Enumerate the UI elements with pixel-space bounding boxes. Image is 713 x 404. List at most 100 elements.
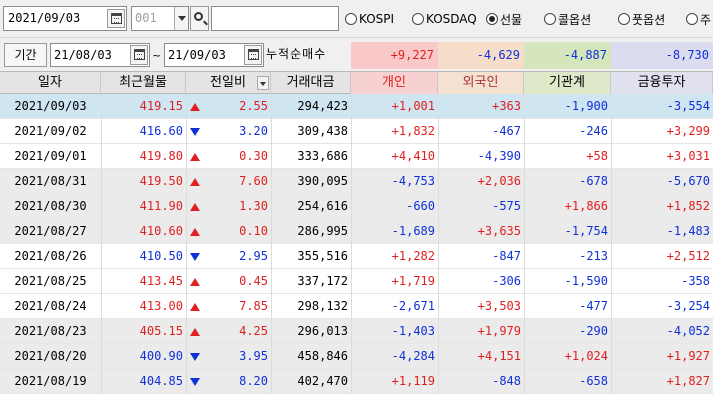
period-end-calendar-button[interactable] (244, 45, 262, 65)
table-row[interactable]: 2021/08/27 410.60 0.10 286,995 -1,689 +3,635-… (0, 219, 713, 244)
toolbar: 2021/09/03 001 KOSPI KOSDAQ 선물 콜옵션 풋옵션 주 (0, 0, 713, 38)
cell-finance: -3,554 (666, 99, 710, 113)
cell-individual: +1,001 (391, 99, 435, 113)
table-row[interactable]: 2021/08/19 404.85 8.20 402,470 +1,119 -848 -65… (0, 369, 713, 394)
triangle-up-icon (190, 103, 200, 111)
cell-institution: -213 (579, 249, 608, 263)
market-radio-5[interactable]: 주 (686, 10, 711, 28)
table-row[interactable]: 2021/08/25 413.45 0.45 337,172 +1,719 -306 -1,… (0, 269, 713, 294)
cell-date: 2021/08/26 (14, 249, 87, 263)
radio-label: KOSDAQ (426, 12, 477, 26)
column-divider (101, 94, 102, 394)
cell-institution: +58 (586, 149, 608, 163)
column-header-finance[interactable]: 금융투자 (611, 72, 713, 94)
cell-date: 2021/08/19 (14, 374, 87, 388)
cell-amount: 296,013 (297, 324, 348, 338)
cell-date: 2021/08/27 (14, 224, 87, 238)
cell-date: 2021/08/20 (14, 349, 87, 363)
cell-front-month: 416.60 (139, 124, 183, 138)
radio-dot[interactable] (345, 13, 357, 25)
column-header-institution[interactable]: 기관계 (524, 72, 611, 94)
radio-label: 콜옵션 (558, 12, 592, 27)
table-row[interactable]: 2021/08/31 419.50 7.60 390,095 -4,753 +2,036-… (0, 169, 713, 194)
radio-dot[interactable] (412, 13, 424, 25)
cell-foreign: -4,390 (477, 149, 521, 163)
period-end-value: 21/09/03 (168, 48, 226, 62)
triangle-down-icon (190, 353, 200, 361)
cell-individual: -1,403 (391, 324, 435, 338)
cell-foreign: +1,979 (477, 324, 521, 338)
code-input-placeholder: 001 (135, 11, 157, 25)
cell-amount: 298,132 (297, 299, 348, 313)
period-separator: ~ (152, 49, 162, 62)
cell-amount: 458,846 (297, 349, 348, 363)
cell-date: 2021/08/25 (14, 274, 87, 288)
cell-individual: -1,689 (391, 224, 435, 238)
market-radio-1[interactable]: KOSDAQ (412, 10, 477, 28)
triangle-down-icon (190, 128, 200, 136)
market-radio-4[interactable]: 풋옵션 (618, 10, 665, 28)
calendar-icon (248, 49, 259, 60)
column-header-individual[interactable]: 개인 (351, 72, 438, 94)
cell-foreign: +2,036 (477, 174, 521, 188)
column-divider (524, 94, 525, 394)
column-header-front-month[interactable]: 최근월물 (101, 72, 186, 94)
table-row[interactable]: 2021/08/30 411.90 1.30 254,616 -660 -575 +1,86… (0, 194, 713, 219)
column-header-date[interactable]: 일자 (0, 72, 101, 94)
date-input-value: 2021/09/03 (8, 11, 81, 25)
cell-amount: 337,172 (297, 274, 348, 288)
cell-individual: -4,284 (391, 349, 435, 363)
column-divider (438, 94, 439, 394)
table-header: 일자 최근월물 전일비 거래대금 개인 외국인 기관계 금융투자 (0, 71, 713, 94)
cell-foreign: -848 (492, 374, 521, 388)
market-radio-2[interactable]: 선물 (486, 10, 522, 28)
radio-dot[interactable] (486, 13, 498, 25)
period-bar: 기간 21/08/03 ~ 21/09/03 누적순매수 +9,227 -4,6… (0, 38, 713, 71)
summary-institution: -4,887 (524, 42, 611, 69)
table-row[interactable]: 2021/08/20 400.90 3.95 458,846 -4,284 +4,151 +… (0, 344, 713, 369)
cell-amount: 402,470 (297, 374, 348, 388)
cell-individual: +1,832 (391, 124, 435, 138)
cell-foreign: -306 (492, 274, 521, 288)
table-row[interactable]: 2021/09/01 419.80 0.30 333,686 +4,410 -4,390 +… (0, 144, 713, 169)
cell-front-month: 400.90 (139, 349, 183, 363)
radio-dot[interactable] (618, 13, 630, 25)
date-input[interactable]: 2021/09/03 (3, 6, 127, 31)
column-header-foreign[interactable]: 외국인 (438, 72, 524, 94)
cell-institution: -290 (579, 324, 608, 338)
cell-institution: -1,900 (564, 99, 608, 113)
cell-individual: +1,119 (391, 374, 435, 388)
radio-dot[interactable] (544, 13, 556, 25)
market-radio-3[interactable]: 콜옵션 (544, 10, 591, 28)
table-row[interactable]: 2021/09/02 416.60 3.20 309,438 +1,832 -467 -24… (0, 119, 713, 144)
sort-dropdown-button[interactable] (257, 76, 269, 90)
period-start-input[interactable]: 21/08/03 (50, 43, 150, 67)
cell-foreign: +3,635 (477, 224, 521, 238)
chevron-down-icon[interactable] (174, 7, 188, 30)
triangle-up-icon (190, 228, 200, 236)
table-row[interactable]: 2021/08/24 413.00 7.85 298,132 -2,671 +3,503-… (0, 294, 713, 319)
cell-date: 2021/09/01 (14, 149, 87, 163)
market-radio-0[interactable]: KOSPI (345, 10, 394, 28)
calendar-button[interactable] (107, 9, 125, 28)
table-row[interactable]: 2021/08/26 410.50 2.95 355,516 +1,282 -847 -21… (0, 244, 713, 269)
cell-individual: +1,282 (391, 249, 435, 263)
cell-date: 2021/09/03 (14, 99, 87, 113)
cell-institution: -1,590 (564, 274, 608, 288)
cell-amount: 254,616 (297, 199, 348, 213)
cell-finance: -3,254 (666, 299, 710, 313)
search-button[interactable] (190, 6, 209, 31)
cell-finance: -1,483 (666, 224, 710, 238)
cell-front-month: 410.60 (139, 224, 183, 238)
cell-date: 2021/08/30 (14, 199, 87, 213)
column-header-change[interactable]: 전일비 (186, 72, 271, 94)
period-end-input[interactable]: 21/09/03 (164, 43, 264, 67)
period-start-calendar-button[interactable] (130, 45, 148, 65)
radio-dot[interactable] (686, 13, 698, 25)
cell-foreign: +363 (492, 99, 521, 113)
cell-foreign: -467 (492, 124, 521, 138)
table-row[interactable]: 2021/08/23 405.15 4.25 296,013 -1,403 +1,979-… (0, 319, 713, 344)
table-row[interactable]: 2021/09/03 419.15 2.55 294,423 +1,001 +363 -1,… (0, 94, 713, 119)
column-header-amount[interactable]: 거래대금 (271, 72, 351, 94)
name-field[interactable] (211, 6, 339, 31)
